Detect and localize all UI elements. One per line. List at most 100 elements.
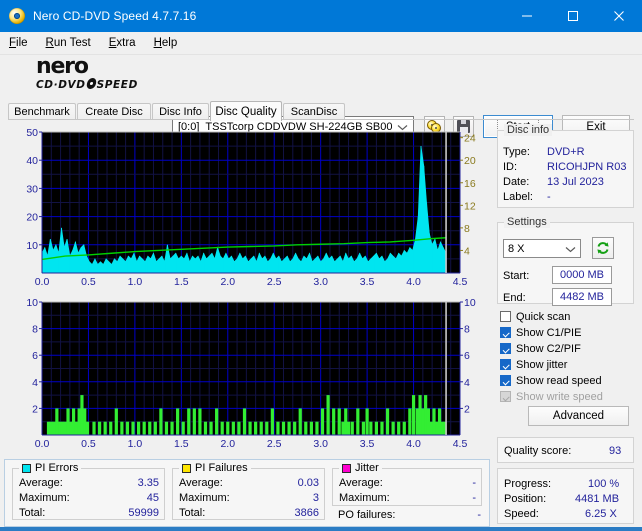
pi-failures-chart-canvas[interactable]: 0.0 0.5 1.0 1.5 2.0 2.5 3.0 3.5 4.0 4.5 2 4 6 8 10 2 4 6 8… [4,296,490,456]
menu-bar: File Run Test Extra Help [0,32,642,55]
pi-failures-total-row: Total: 3866 [179,507,319,520]
svg-text:10: 10 [26,297,38,309]
title-bar: Nero CD-DVD Speed 4.7.7.16 [0,0,642,32]
checkbox-box [500,375,511,386]
tab-disc-quality[interactable]: Disc Quality [210,101,282,121]
row-label: Total: [179,507,206,519]
tab-create-disc-label: Create Disc [85,106,143,118]
svg-text:8: 8 [32,324,38,336]
pi-errors-color-swatch [22,463,31,473]
jitter-color-swatch [342,463,351,473]
svg-text:4.5: 4.5 [453,438,468,450]
checkbox-show-read-speed[interactable]: Show read speed [500,373,602,388]
row-label: Average: [339,477,383,489]
tab-scandisc[interactable]: ScanDisc [283,103,345,120]
pi-errors-chart-canvas[interactable]: 0.0 0.5 1.0 1.5 2.0 2.5 3.0 3.5 4.0 4.5 10 20 30 40 50… [4,126,490,294]
maximize-button[interactable] [550,0,596,32]
speed-value: 6.25 X [585,508,617,520]
row-value: 59999 [128,507,159,519]
row-label: Maximum: [19,492,70,504]
tab-benchmark[interactable]: Benchmark [8,103,76,120]
pi-failures-color-swatch [182,463,191,473]
row-value: 45 [146,492,159,504]
svg-text:24: 24 [464,133,476,145]
pi-errors-chart[interactable]: 0.0 0.5 1.0 1.5 2.0 2.5 3.0 3.5 4.0 4.5 10 20 30 40 50… [4,126,490,294]
svg-text:8: 8 [464,324,470,336]
svg-text:2.0: 2.0 [220,276,235,288]
svg-text:0.5: 0.5 [81,438,96,450]
progress-label: Progress: [504,478,552,490]
checkbox-show-write-speed: Show write speed [500,389,603,404]
pi-errors-caption-text: PI Errors [35,462,79,474]
svg-text:50: 50 [26,127,38,139]
pi-failures-chart[interactable]: 0.0 0.5 1.0 1.5 2.0 2.5 3.0 3.5 4.0 4.5 2 4 6 8 10 2 4 6 8… [4,296,490,456]
row-label: Maximum: [179,492,230,504]
jitter-caption: Jitter [339,462,382,474]
checkbox-show-c1-pie[interactable]: Show C1/PIE [500,325,581,340]
checkbox-label: Quick scan [516,310,571,323]
logo-disc-icon [85,78,97,89]
speed-select-value: 8 X [508,242,525,255]
quality-score-label: Quality score: [504,445,572,457]
close-button[interactable] [596,0,642,32]
chevron-down-icon[interactable] [563,242,578,257]
checkbox-label: Show jitter [516,358,568,371]
checkbox-box [500,343,511,354]
checkbox-label: Show C1/PIE [516,326,582,339]
nero-logo: nero CD·DVD SPEED [36,54,176,92]
pi-errors-total-row: Total: 59999 [19,507,159,520]
disc-type-value: DVD+R [547,146,585,158]
row-label: Average: [19,477,63,489]
window-title: Nero CD-DVD Speed 4.7.7.16 [33,9,197,23]
refresh-button[interactable] [592,237,614,259]
checkbox-box [500,311,511,322]
row-label: Average: [179,477,223,489]
tab-strip: Benchmark Create Disc Disc Info Disc Qua… [8,101,634,121]
logo-nero-text: nero [36,54,89,79]
start-mb-input[interactable]: 0000 MB [552,266,612,284]
status-strip [0,527,642,531]
disc-id-label: ID: [503,161,518,173]
svg-text:1.0: 1.0 [128,276,143,288]
disc-id-value: RICOHJPN R03 [547,161,627,173]
menu-extra[interactable]: Extra [100,32,145,54]
pi-failures-caption-text: PI Failures [195,462,248,474]
checkbox-show-jitter[interactable]: Show jitter [500,357,567,372]
start-mb-value: 0000 MB [559,269,605,281]
svg-text:16: 16 [464,178,476,190]
svg-text:30: 30 [26,183,38,195]
svg-text:0.5: 0.5 [81,276,96,288]
svg-text:3.5: 3.5 [360,276,375,288]
checkbox-show-c2-pif[interactable]: Show C2/PIF [500,341,581,356]
window-controls [504,0,642,32]
svg-text:2.5: 2.5 [267,438,282,450]
row-value: 3.35 [137,477,159,489]
svg-text:8: 8 [464,223,470,235]
minimize-button[interactable] [504,0,550,32]
tab-create-disc[interactable]: Create Disc [77,103,151,120]
svg-text:40: 40 [26,155,38,167]
tab-disc-quality-label: Disc Quality [215,105,277,118]
disc-label-value: - [547,191,551,203]
progress-value: 100 % [588,478,620,490]
checkbox-box [500,359,511,370]
svg-text:6: 6 [464,350,470,362]
checkbox-label: Show write speed [516,390,603,403]
svg-text:10: 10 [26,240,38,252]
end-mb-input[interactable]: 4482 MB [552,288,612,306]
pi-failures-maximum-row: Maximum: 3 [179,492,319,505]
checkbox-quick-scan[interactable]: Quick scan [500,309,570,324]
speed-select[interactable]: 8 X [503,239,581,258]
menu-file[interactable]: File [0,32,37,54]
svg-text:1.0: 1.0 [128,438,143,450]
tab-disc-info[interactable]: Disc Info [152,103,209,120]
menu-help[interactable]: Help [145,32,187,54]
advanced-button[interactable]: Advanced [528,406,629,426]
start-mb-label: Start: [503,270,530,282]
tab-benchmark-label: Benchmark [14,106,70,118]
menu-run-test[interactable]: Run Test [37,32,100,54]
end-mb-value: 4482 MB [559,291,605,303]
po-failures-value: - [477,509,481,521]
toolbar: nero CD·DVD SPEED [0:0] TSSTcorp CDDVDW SH… [0,54,642,138]
svg-text:2: 2 [464,403,470,415]
